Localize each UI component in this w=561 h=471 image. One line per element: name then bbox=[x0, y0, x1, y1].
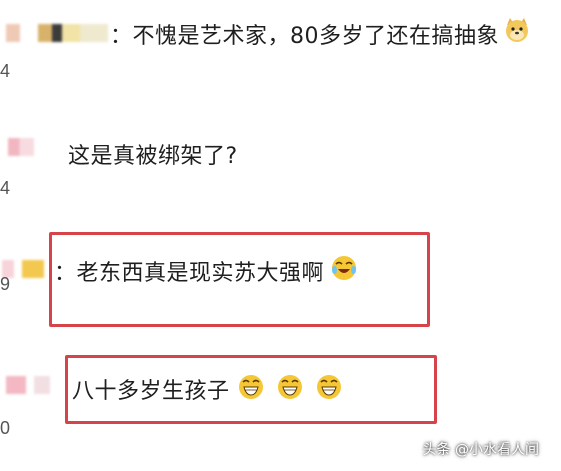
username-blur bbox=[22, 260, 44, 278]
side-number: 0 bbox=[0, 418, 11, 438]
comment-3: ：老东西真是现实苏大强啊 9 bbox=[0, 228, 561, 328]
watermark: 头条 @小水看人间 bbox=[422, 442, 539, 458]
laugh-cry-emoji-icon bbox=[332, 256, 356, 280]
comment-2: 这是真被绑架了? 4 bbox=[0, 120, 561, 200]
grin-emoji-icon bbox=[239, 375, 263, 399]
doge-emoji-icon bbox=[506, 18, 528, 42]
comment-text: ：不愧是艺术家，80多岁了还在搞抽象 bbox=[110, 24, 499, 49]
comment-text: 这是真被绑架了? bbox=[68, 144, 238, 169]
username-blur bbox=[6, 376, 26, 394]
side-number: 4 bbox=[0, 178, 11, 198]
comment-4: 八十多岁生孩子 0 bbox=[0, 340, 561, 438]
username-blur bbox=[34, 376, 50, 394]
grin-emoji-icon bbox=[317, 375, 341, 399]
username-blur bbox=[38, 24, 108, 42]
side-number: 4 bbox=[0, 61, 11, 81]
username-blur bbox=[6, 24, 20, 42]
username-blur bbox=[8, 138, 34, 156]
side-number: 9 bbox=[0, 274, 11, 294]
comment-1: ：不愧是艺术家，80多岁了还在搞抽象 4 bbox=[0, 0, 561, 81]
comment-text: 八十多岁生孩子 bbox=[72, 379, 230, 404]
comment-text: ：老东西真是现实苏大强啊 bbox=[54, 261, 325, 286]
grin-emoji-icon bbox=[278, 375, 302, 399]
